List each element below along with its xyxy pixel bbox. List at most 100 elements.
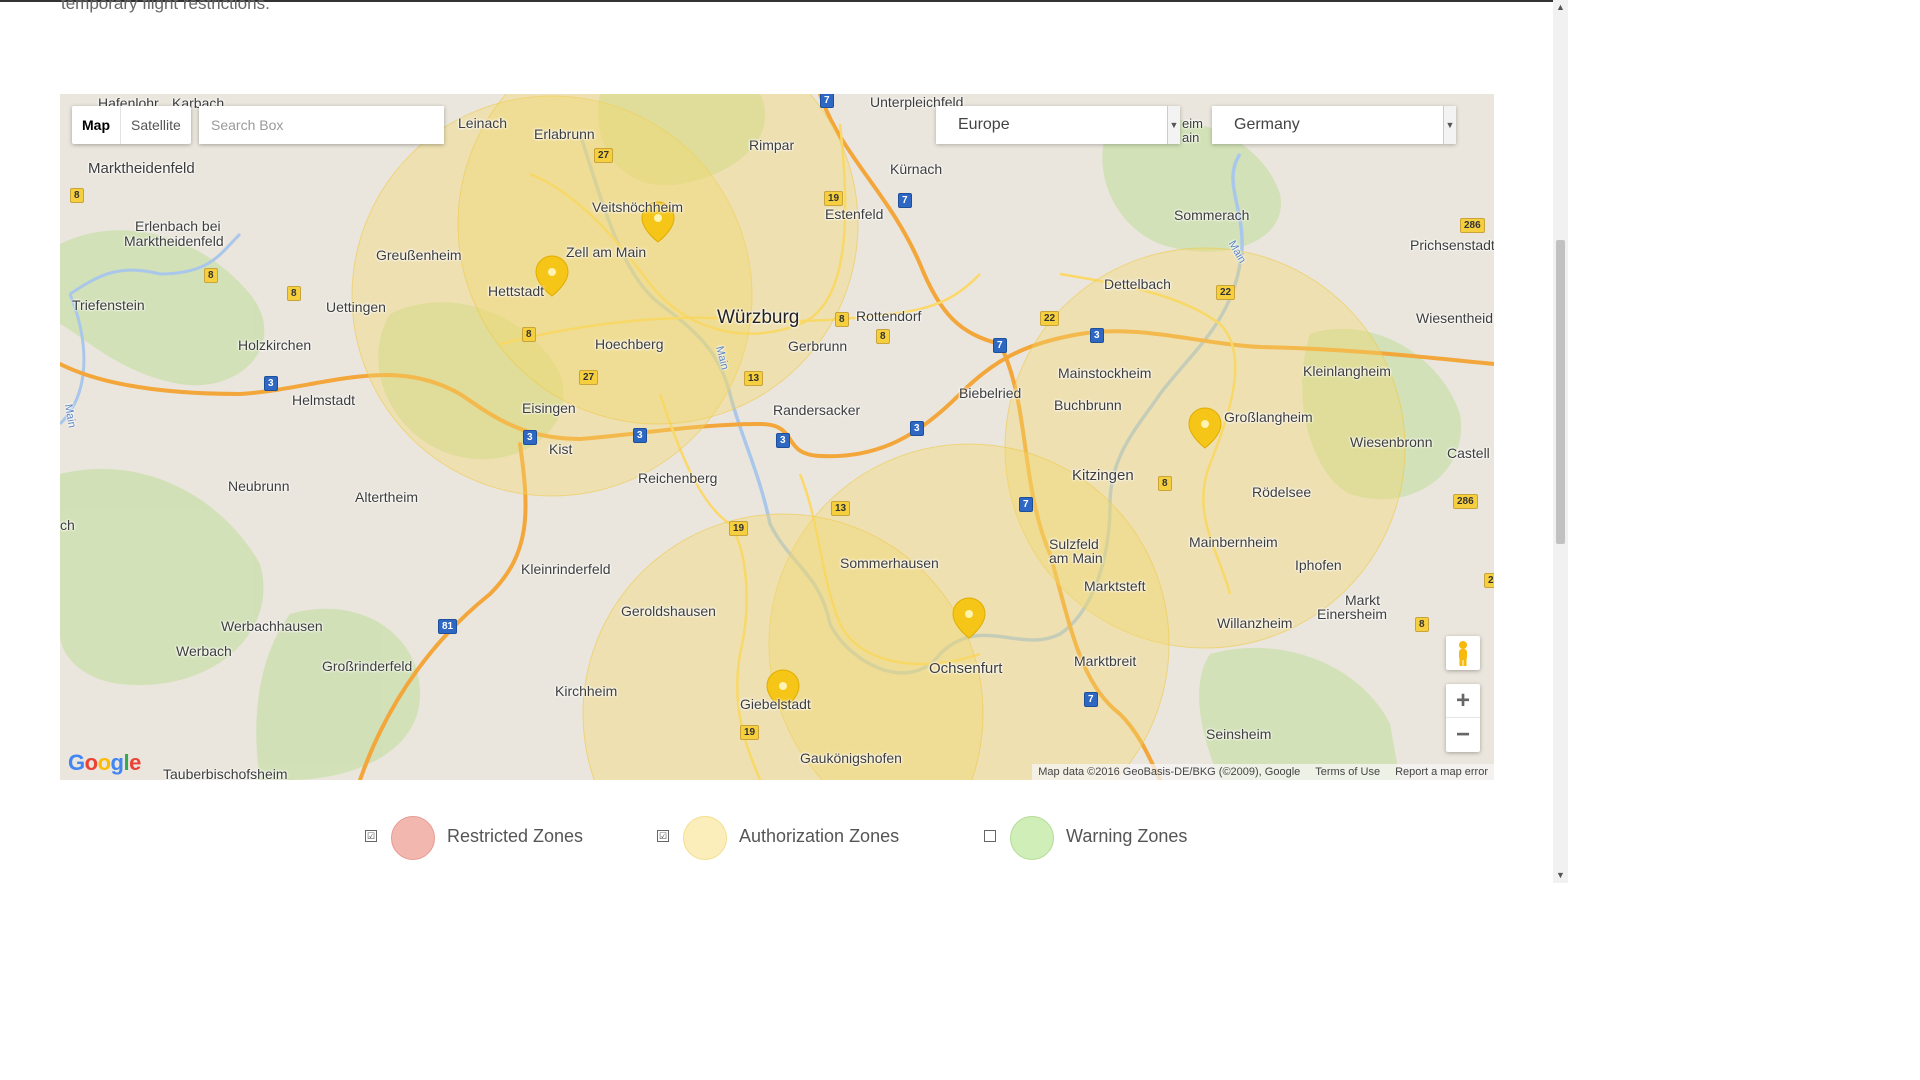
place-label: Castell: [1447, 445, 1490, 461]
road-shield: 13: [744, 371, 764, 386]
place-label: Prichsenstadt: [1410, 237, 1494, 253]
place-label: Seinsheim: [1206, 726, 1272, 742]
place-label: Biebelried: [959, 385, 1022, 401]
place-label: ain: [1182, 130, 1200, 145]
search-input[interactable]: [199, 106, 444, 144]
warning-zones-checkbox[interactable]: [984, 830, 996, 842]
road-shield: 2: [1484, 573, 1494, 588]
place-label: Großrinderfeld: [322, 658, 413, 674]
place-label: Hoechberg: [595, 336, 664, 352]
legend-item-restricted[interactable]: ☑ Restricted Zones: [365, 810, 585, 866]
road-shield: 286: [1460, 218, 1485, 233]
place-label: Randersacker: [773, 402, 861, 418]
place-label: Kitzingen: [1072, 467, 1134, 484]
place-label: Marktsteft: [1084, 578, 1146, 594]
place-label: Kleinlangheim: [1303, 363, 1391, 379]
google-logo: Google: [68, 750, 141, 775]
chevron-down-icon: ▼: [1167, 106, 1180, 144]
road-shield: 7: [1019, 497, 1033, 512]
road-shield: 8: [1415, 617, 1429, 632]
authorization-zones-label: Authorization Zones: [739, 826, 900, 846]
terms-of-use-link[interactable]: Terms of Use: [1315, 766, 1380, 778]
road-shield: 8: [287, 286, 301, 301]
road-shield: 8: [204, 268, 218, 283]
authorization-zone-swatch: [683, 816, 727, 860]
place-label: Kürnach: [890, 161, 943, 177]
street-view-pegman[interactable]: [1446, 636, 1480, 670]
place-label: Eisingen: [522, 400, 576, 416]
place-label: Geroldshausen: [621, 603, 716, 619]
road-shield: 7: [820, 94, 834, 108]
zone-legend: ☑ Restricted Zones ☑ Authorization Zones…: [0, 810, 1553, 870]
road-shield: 8: [876, 329, 890, 344]
warning-zones-label: Warning Zones: [1066, 826, 1188, 846]
scroll-thumb[interactable]: [1556, 240, 1565, 544]
road-shield: 19: [740, 725, 760, 740]
road-shield: 7: [1084, 692, 1098, 707]
map[interactable]: Hafenlohr Karbach Marktheidenfeld Erlenb…: [60, 94, 1494, 780]
place-label: Wiesentheid: [1416, 310, 1494, 326]
place-label: Hettstadt: [488, 283, 545, 299]
map-type-satellite-button[interactable]: Satellite: [121, 106, 191, 144]
road-shield: 22: [1040, 311, 1060, 326]
place-label: Holzkirchen: [238, 337, 312, 353]
place-label: Einersheim: [1317, 606, 1388, 622]
place-label: Werbachhausen: [221, 618, 323, 634]
place-label: Estenfeld: [825, 206, 884, 222]
place-label: Erlabrunn: [534, 126, 595, 142]
place-label: Helmstadt: [292, 392, 356, 408]
place-label: Iphofen: [1295, 557, 1342, 573]
warning-zone-swatch: [1010, 816, 1054, 860]
place-label: Zell am Main: [566, 244, 647, 260]
place-label: Reichenberg: [638, 470, 718, 486]
region-select-value: Europe: [958, 116, 1010, 133]
country-select-value: Germany: [1234, 116, 1300, 133]
report-map-error-link[interactable]: Report a map error: [1395, 766, 1488, 778]
place-label: Großlangheim: [1224, 409, 1313, 425]
road-shield: 27: [594, 148, 614, 163]
road-shield: 8: [70, 188, 84, 203]
page-scrollbar[interactable]: ▲ ▼: [1553, 0, 1568, 883]
place-label: Kleinrinderfeld: [521, 561, 611, 577]
road-shield: 286: [1453, 494, 1478, 509]
place-label: Veitshöchheim: [592, 199, 684, 215]
place-label: Mainbernheim: [1189, 534, 1278, 550]
place-label: Neubrunn: [228, 478, 290, 494]
place-label: Greußenheim: [376, 247, 462, 263]
chevron-down-icon: ▼: [1443, 106, 1456, 144]
zoom-in-button[interactable]: +: [1446, 684, 1480, 718]
map-type-control: Map Satellite: [72, 106, 191, 144]
place-label: Altertheim: [355, 489, 419, 505]
road-shield: 3: [264, 376, 278, 391]
map-data-credit: Map data ©2016 GeoBasis-DE/BKG (©2009), …: [1038, 766, 1301, 778]
road-shield: 8: [522, 327, 536, 342]
place-label: ch: [60, 517, 75, 533]
restricted-zone-swatch: [391, 816, 435, 860]
place-label: Gaukönigshofen: [800, 750, 902, 766]
restricted-zones-checkbox[interactable]: ☑: [365, 830, 377, 842]
road-shield: 8: [835, 312, 849, 327]
road-shield: 19: [729, 521, 749, 536]
place-label: Marktheidenfeld: [88, 160, 195, 177]
place-label: Würzburg: [717, 307, 800, 328]
country-select[interactable]: Germany ▼: [1212, 106, 1456, 144]
authorization-zones-checkbox[interactable]: ☑: [657, 830, 669, 842]
legend-item-authorization[interactable]: ☑ Authorization Zones: [657, 810, 907, 866]
legend-item-warning[interactable]: Warning Zones: [984, 810, 1194, 866]
place-label: Gerbrunn: [788, 338, 848, 354]
place-label: Mainstockheim: [1058, 365, 1152, 381]
scroll-up-icon[interactable]: ▲: [1553, 0, 1568, 15]
scroll-down-icon[interactable]: ▼: [1553, 868, 1568, 883]
zoom-control: + −: [1446, 684, 1480, 752]
map-attribution: Map data ©2016 GeoBasis-DE/BKG (©2009), …: [1032, 764, 1494, 780]
road-shield: 13: [831, 501, 851, 516]
place-label: Erlenbach bei: [135, 218, 221, 234]
place-label: Sommerach: [1174, 207, 1250, 223]
place-label: Kirchheim: [555, 683, 618, 699]
region-select[interactable]: Europe ▼: [936, 106, 1180, 144]
place-label: Rottendorf: [856, 308, 922, 324]
road-shield: 19: [824, 191, 844, 206]
road-shield: 81: [438, 619, 458, 634]
zoom-out-button[interactable]: −: [1446, 718, 1480, 752]
map-type-map-button[interactable]: Map: [72, 106, 121, 144]
